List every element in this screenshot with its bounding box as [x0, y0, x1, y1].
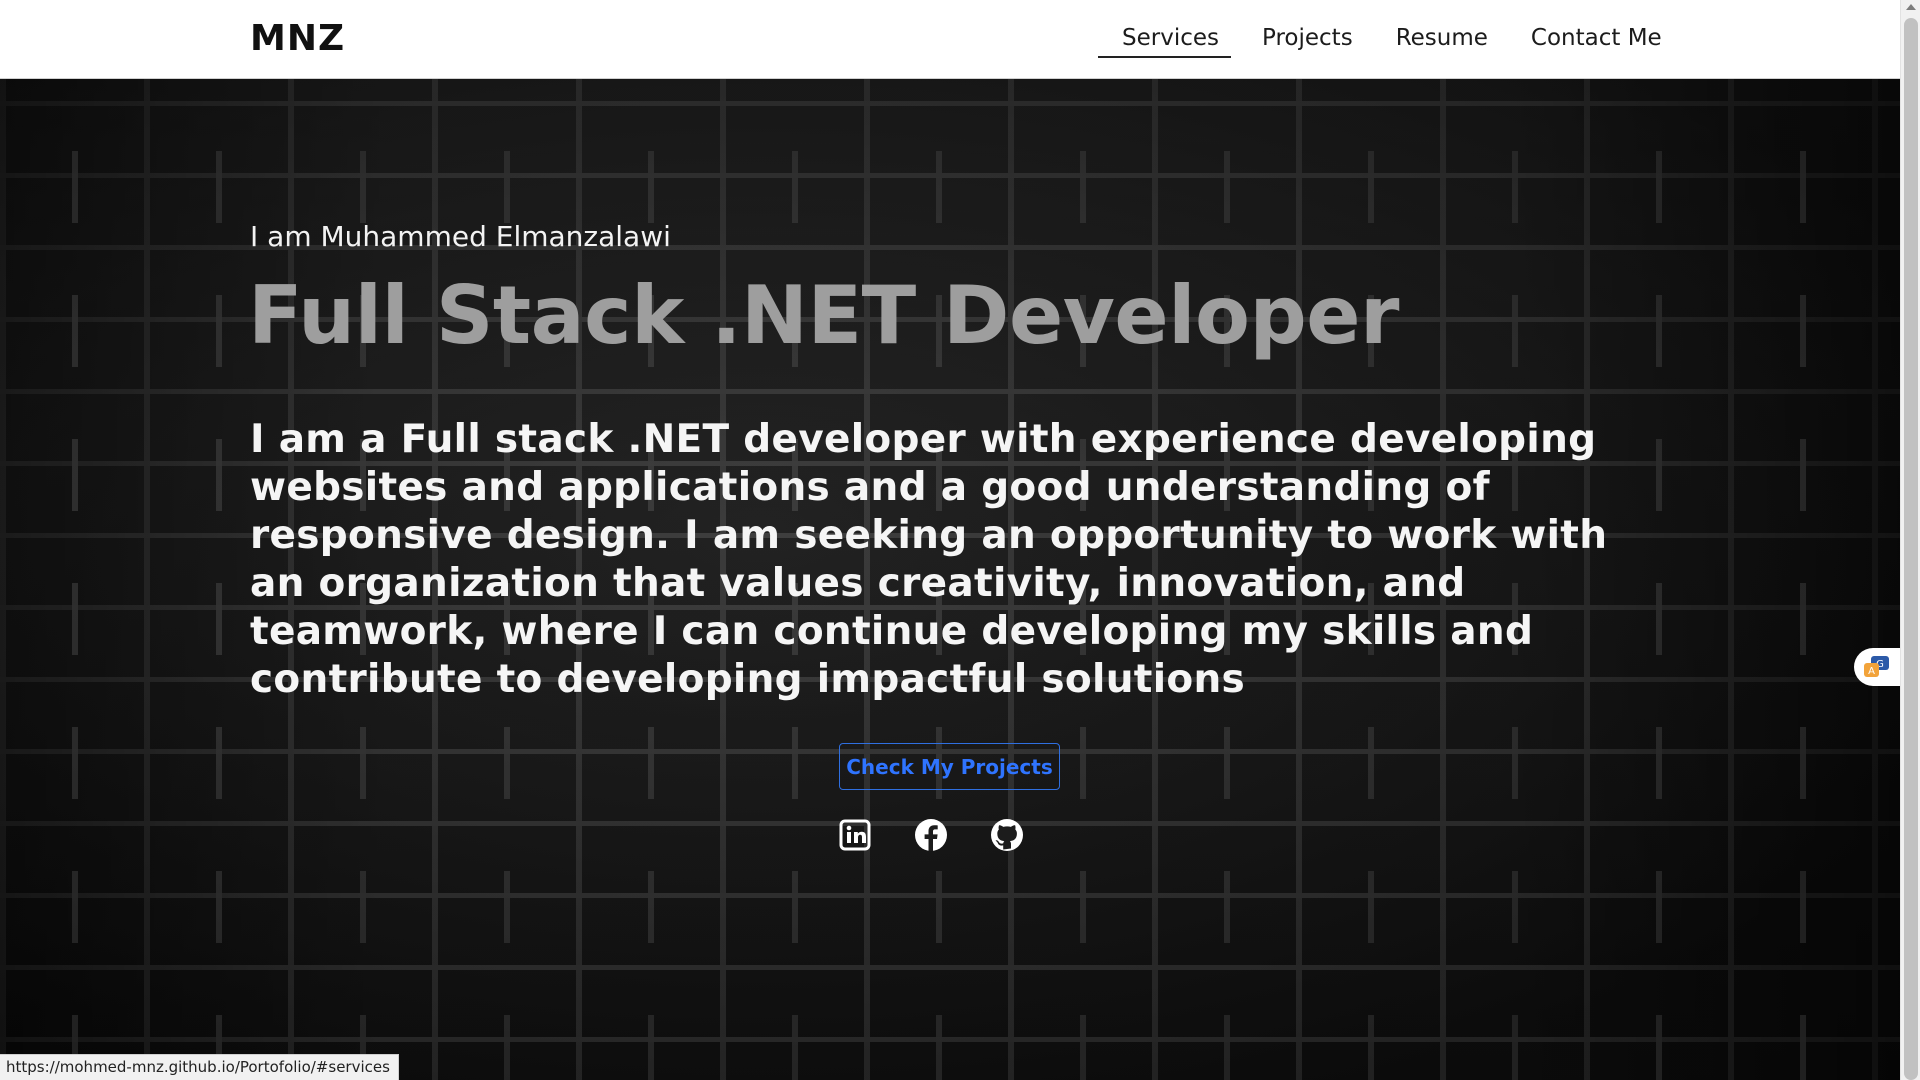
github-icon[interactable]: [989, 817, 1025, 853]
linkedin-icon[interactable]: [837, 817, 873, 853]
scrollbar-thumb[interactable]: [1904, 18, 1918, 1080]
page-title: Full Stack .NET Developer: [248, 269, 1399, 362]
facebook-icon[interactable]: [913, 817, 949, 853]
nav-link-resume[interactable]: Resume: [1396, 22, 1488, 58]
status-url-preview: https://mohmed-mnz.github.io/Portofolio/…: [0, 1054, 399, 1080]
intro-text: I am Muhammed Elmanzalawi: [250, 220, 671, 253]
top-navbar: MNZ Services Projects Resume Contact Me: [0, 0, 1900, 79]
svg-text:A: A: [1868, 666, 1875, 677]
page-scrollbar[interactable]: [1900, 0, 1920, 1080]
bio-paragraph: I am a Full stack .NET developer with ex…: [250, 417, 1608, 702]
nav-link-services[interactable]: Services: [1098, 22, 1231, 58]
translate-widget-icon[interactable]: G A: [1854, 648, 1900, 686]
nav-link-projects[interactable]: Projects: [1262, 22, 1353, 58]
nav-link-contact[interactable]: Contact Me: [1531, 22, 1662, 58]
check-projects-button[interactable]: Check My Projects: [839, 743, 1060, 790]
scroll-up-icon[interactable]: [1906, 4, 1916, 10]
hero-section: I am Muhammed Elmanzalawi Full Stack .NE…: [0, 79, 1900, 1080]
social-links: [837, 817, 1025, 853]
brand-logo[interactable]: MNZ: [250, 18, 345, 59]
nav-links: Services Projects Resume Contact Me: [1098, 22, 1662, 58]
